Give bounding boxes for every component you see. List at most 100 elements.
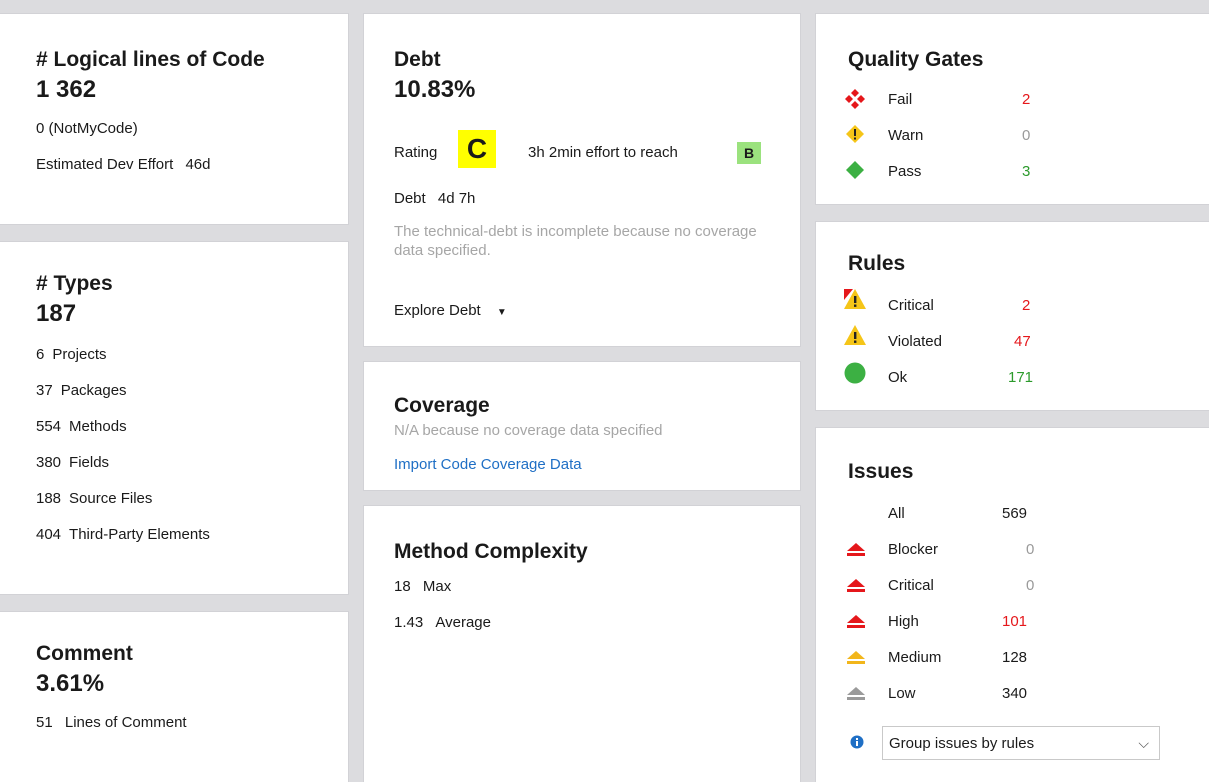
debt-amount-value: 4d 7h bbox=[437, 190, 476, 207]
gate-pass-label: Pass bbox=[888, 163, 922, 180]
rating-label: Rating bbox=[394, 144, 438, 161]
types-item-label: Packages bbox=[60, 382, 127, 399]
medium-icon bbox=[847, 651, 865, 664]
debt-amount-row: Debt 4d 7h bbox=[394, 190, 475, 207]
dev-effort-label: Estimated Dev Effort bbox=[36, 156, 174, 173]
group-issues-selected: Group issues by rules bbox=[889, 734, 1035, 752]
loc-value: 1 362 bbox=[36, 76, 97, 103]
types-list-item: 380 Fields bbox=[36, 454, 109, 471]
quality-gates-panel: Quality Gates Fail 2 Warn 0 Pass 3 bbox=[816, 14, 1209, 204]
debt-incomplete-note: The technical-debt is incomplete because… bbox=[394, 223, 757, 259]
issue-severity-value: 0 bbox=[1026, 541, 1035, 558]
types-item-count: 6 bbox=[36, 346, 45, 363]
pass-icon bbox=[846, 161, 864, 179]
rule-violated-label: Violated bbox=[888, 333, 942, 350]
comment-panel: Comment 3.61% 51 Lines of Comment bbox=[0, 612, 348, 782]
complexity-max-value: 18 bbox=[394, 578, 411, 595]
chevron-down-icon: ⌵ bbox=[1138, 735, 1149, 751]
loc-title: # Logical lines of Code bbox=[36, 48, 265, 71]
rule-ok-label: Ok bbox=[888, 369, 908, 386]
loc-panel: # Logical lines of Code 1 362 0 (NotMyCo… bbox=[0, 14, 348, 224]
issue-severity-value: 340 bbox=[1002, 685, 1028, 702]
chevron-down-icon: ▼ bbox=[496, 307, 507, 318]
coverage-panel: Coverage N/A because no coverage data sp… bbox=[364, 362, 800, 490]
types-title: # Types bbox=[36, 272, 113, 295]
complexity-panel: Method Complexity 18 Max 1.43 Average bbox=[364, 506, 800, 782]
violated-rule-icon bbox=[844, 325, 866, 345]
rules-panel: Rules Critical 2 Violated 47 Ok 171 bbox=[816, 222, 1209, 410]
types-list-item: 188 Source Files bbox=[36, 490, 152, 507]
rule-ok-value: 171 bbox=[1008, 369, 1034, 386]
types-item-count: 188 bbox=[36, 490, 62, 507]
types-item-count: 380 bbox=[36, 454, 62, 471]
rating-badge: C bbox=[458, 130, 496, 168]
high-icon bbox=[847, 615, 865, 628]
import-coverage-link[interactable]: Import Code Coverage Data bbox=[394, 456, 582, 473]
types-item-label: Source Files bbox=[69, 490, 153, 507]
blocker-icon bbox=[847, 543, 865, 556]
explore-debt-label: Explore Debt bbox=[394, 302, 481, 319]
rule-violated-value: 47 bbox=[1014, 333, 1031, 350]
dev-effort-value: 46d bbox=[185, 156, 211, 173]
info-icon bbox=[850, 735, 864, 749]
explore-debt-dropdown[interactable]: Explore Debt ▼ bbox=[394, 302, 507, 319]
types-item-count: 554 bbox=[36, 418, 62, 435]
critical-rule-icon bbox=[844, 289, 866, 309]
coverage-note: N/A because no coverage data specified bbox=[394, 422, 663, 439]
types-item-label: Methods bbox=[69, 418, 127, 435]
critical-issue-icon bbox=[847, 579, 865, 592]
debt-panel: Debt 10.83% Rating C 3h 2min effort to r… bbox=[364, 14, 800, 346]
rule-critical-label: Critical bbox=[888, 297, 934, 314]
issue-severity-label: Critical bbox=[888, 577, 934, 594]
target-rating-badge: B bbox=[737, 142, 761, 164]
types-list-item: 37 Packages bbox=[36, 382, 127, 399]
types-item-label: Projects bbox=[52, 346, 107, 363]
gate-fail-label: Fail bbox=[888, 91, 913, 108]
issues-all-label: All bbox=[888, 505, 905, 522]
issue-severity-value: 0 bbox=[1026, 577, 1035, 594]
types-item-label: Fields bbox=[69, 454, 110, 471]
comment-lines-row: 51 Lines of Comment bbox=[36, 714, 187, 731]
complexity-max-label: Max bbox=[422, 578, 452, 595]
complexity-title: Method Complexity bbox=[394, 540, 588, 563]
group-issues-select[interactable]: Group issues by rules ⌵ bbox=[882, 726, 1160, 760]
gate-pass-value: 3 bbox=[1022, 163, 1031, 180]
rules-title: Rules bbox=[848, 252, 906, 275]
rule-critical-value: 2 bbox=[1022, 297, 1031, 314]
debt-amount-label: Debt bbox=[394, 190, 426, 207]
rating-effort-text: 3h 2min effort to reach bbox=[528, 144, 678, 161]
dev-effort-row: Estimated Dev Effort 46d bbox=[36, 156, 210, 173]
coverage-title: Coverage bbox=[394, 394, 490, 417]
issues-all-value: 569 bbox=[1002, 505, 1028, 522]
types-list-item: 554 Methods bbox=[36, 418, 127, 435]
types-value: 187 bbox=[36, 300, 77, 327]
issue-severity-label: Blocker bbox=[888, 541, 939, 558]
fail-icon bbox=[845, 89, 865, 109]
issues-panel: Issues All 569 Blocker 0 Critical 0 High 101 M… bbox=[816, 428, 1209, 782]
types-panel: # Types 187 6 Projects 37 Packages 554 Method… bbox=[0, 242, 348, 594]
complexity-avg-value: 1.43 bbox=[394, 614, 424, 631]
types-item-count: 37 bbox=[36, 382, 53, 399]
issues-title: Issues bbox=[848, 460, 914, 483]
debt-title: Debt bbox=[394, 48, 441, 71]
types-list-item: 6 Projects bbox=[36, 346, 107, 363]
types-list-item: 404 Third-Party Elements bbox=[36, 526, 210, 543]
debt-value: 10.83% bbox=[394, 76, 476, 103]
quality-gates-title: Quality Gates bbox=[848, 48, 984, 71]
warn-icon bbox=[846, 125, 864, 143]
comment-lines-count: 51 bbox=[36, 714, 53, 731]
comment-value: 3.61% bbox=[36, 670, 105, 697]
comment-lines-label: Lines of Comment bbox=[64, 714, 187, 731]
issue-severity-label: Low bbox=[888, 685, 916, 702]
gate-warn-value: 0 bbox=[1022, 127, 1031, 144]
issue-severity-value: 101 bbox=[1002, 613, 1028, 630]
low-icon bbox=[847, 687, 865, 700]
ok-rule-icon bbox=[844, 362, 866, 384]
types-item-label: Third-Party Elements bbox=[69, 526, 210, 543]
gate-warn-label: Warn bbox=[888, 127, 924, 144]
issue-severity-value: 128 bbox=[1002, 649, 1028, 666]
issue-severity-label: Medium bbox=[888, 649, 942, 666]
notmycode-text: 0 (NotMyCode) bbox=[36, 120, 138, 137]
comment-title: Comment bbox=[36, 642, 133, 665]
gate-fail-value: 2 bbox=[1022, 91, 1031, 108]
